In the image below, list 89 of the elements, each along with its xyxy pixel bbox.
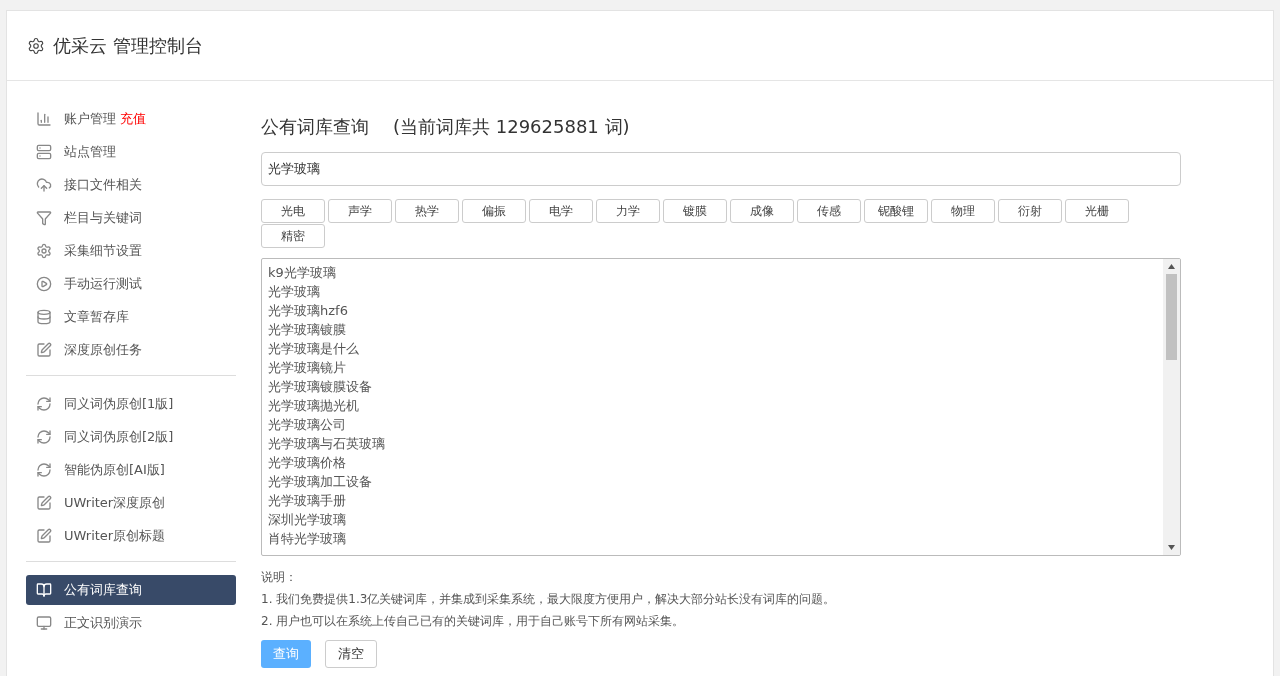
sidebar-item[interactable]: 公有词库查询: [26, 575, 236, 605]
bar-chart-icon: [36, 111, 52, 127]
tag-button[interactable]: 铌酸锂: [864, 199, 928, 223]
sidebar-item[interactable]: 手动运行测试: [26, 269, 236, 299]
result-item[interactable]: 光学玻璃镀膜: [268, 320, 1157, 339]
sidebar-item[interactable]: UWriter原创标题: [26, 521, 236, 551]
sidebar-label: 接口文件相关: [64, 176, 142, 195]
note-text: 2. 用户也可以在系统上传自己已有的关键词库，用于自己账号下所有网站采集。: [261, 613, 686, 630]
result-item[interactable]: 光学玻璃: [268, 282, 1157, 301]
tag-button[interactable]: 热学: [395, 199, 459, 223]
play-icon: [36, 276, 52, 292]
result-item[interactable]: 光学玻璃手册: [268, 491, 1157, 510]
sidebar-label: 采集细节设置: [64, 242, 142, 261]
settings-icon: [27, 36, 45, 55]
results-list[interactable]: k9光学玻璃 光学玻璃 光学玻璃hzf6 光学玻璃镀膜 光学玻璃是什么 光学玻璃镜片 光学玻璃镀膜设备 光学玻璃抛光机 光学玻璃公司 光学玻璃与石英玻璃 光学玻璃价格 光学玻璃加工设备 光学玻璃手册 深圳光学玻璃 肖特光学玻璃: [261, 258, 1181, 556]
sidebar-label: 站点管理: [64, 143, 116, 162]
result-item[interactable]: 光学玻璃hzf6: [268, 301, 1157, 320]
word-count-text: (当前词库共 129625881 词): [393, 115, 630, 139]
database-icon: [36, 309, 52, 325]
tag-button[interactable]: 传感: [797, 199, 861, 223]
result-item[interactable]: 光学玻璃镀膜设备: [268, 377, 1157, 396]
server-icon: [36, 144, 52, 160]
scroll-down-icon[interactable]: [1168, 545, 1175, 550]
sidebar-item[interactable]: 文章暂存库: [26, 302, 236, 332]
tag-button[interactable]: 光电: [261, 199, 325, 223]
recharge-link[interactable]: 充值: [120, 109, 146, 129]
scrollbar-thumb[interactable]: [1166, 274, 1177, 360]
edit-icon: [36, 528, 52, 544]
note-text: 1. 我们免费提供1.3亿关键词库，并集成到采集系统，最大限度方便用户，解决大部分站长没有词库的问题。: [261, 591, 837, 608]
sidebar-label: 公有词库查询: [64, 581, 142, 600]
sidebar-item[interactable]: 采集细节设置: [26, 236, 236, 266]
result-item[interactable]: 光学玻璃抛光机: [268, 396, 1157, 415]
tag-button[interactable]: 声学: [328, 199, 392, 223]
refresh-icon: [36, 396, 52, 412]
tag-button[interactable]: 偏振: [462, 199, 526, 223]
sidebar-item[interactable]: 账户管理 充值: [26, 104, 236, 134]
sidebar-item[interactable]: 接口文件相关: [26, 170, 236, 200]
result-item[interactable]: 肖特光学玻璃: [268, 529, 1157, 548]
result-item[interactable]: 光学玻璃价格: [268, 453, 1157, 472]
result-item[interactable]: 光学玻璃镜片: [268, 358, 1157, 377]
result-item[interactable]: k9光学玻璃: [268, 263, 1157, 282]
sidebar-label: 正文识别演示: [64, 614, 142, 633]
search-field[interactable]: 光学玻璃: [261, 152, 1181, 186]
gears-icon: [36, 243, 52, 259]
sidebar-item[interactable]: UWriter深度原创: [26, 488, 236, 518]
sidebar-item[interactable]: 栏目与关键词: [26, 203, 236, 233]
sidebar-label: 同义词伪原创[2版]: [64, 428, 174, 447]
notes-title: 说明：: [261, 569, 298, 586]
result-item[interactable]: 光学玻璃加工设备: [268, 472, 1157, 491]
tag-button[interactable]: 精密: [261, 224, 325, 248]
scrollbar[interactable]: [1163, 259, 1180, 555]
tag-button[interactable]: 物理: [931, 199, 995, 223]
sidebar-item[interactable]: 深度原创任务: [26, 335, 236, 365]
cloud-upload-icon: [36, 177, 52, 193]
sidebar-label: UWriter深度原创: [64, 494, 166, 513]
sidebar-label: UWriter原创标题: [64, 527, 166, 546]
scroll-up-icon[interactable]: [1168, 264, 1175, 269]
sidebar-item[interactable]: 站点管理: [26, 137, 236, 167]
edit-icon: [36, 342, 52, 358]
tag-button[interactable]: 光栅: [1065, 199, 1129, 223]
result-item[interactable]: 光学玻璃与石英玻璃: [268, 434, 1157, 453]
sidebar-item[interactable]: 同义词伪原创[1版]: [26, 389, 236, 419]
tag-button[interactable]: 力学: [596, 199, 660, 223]
console-title: 优采云 管理控制台: [53, 34, 203, 58]
refresh-icon: [36, 462, 52, 478]
tag-button[interactable]: 成像: [730, 199, 794, 223]
filter-icon: [36, 210, 52, 226]
sidebar-label: 智能伪原创[AI版]: [64, 461, 165, 480]
page-title: 公有词库查询: [261, 115, 369, 139]
sidebar-label: 深度原创任务: [64, 341, 142, 360]
refresh-icon: [36, 429, 52, 445]
result-item[interactable]: 光学玻璃公司: [268, 415, 1157, 434]
result-item[interactable]: 光学玻璃是什么: [268, 339, 1157, 358]
book-icon: [36, 582, 52, 598]
sidebar-item[interactable]: 智能伪原创[AI版]: [26, 455, 236, 485]
sidebar-label: 同义词伪原创[1版]: [64, 395, 174, 414]
monitor-icon: [36, 615, 52, 631]
result-item[interactable]: 深圳光学玻璃: [268, 510, 1157, 529]
sidebar-item[interactable]: 同义词伪原创[2版]: [26, 422, 236, 452]
sidebar-label: 账户管理: [64, 110, 116, 129]
tag-button[interactable]: 衍射: [998, 199, 1062, 223]
sidebar-label: 栏目与关键词: [64, 209, 142, 228]
tag-button[interactable]: 电学: [529, 199, 593, 223]
clear-button[interactable]: 清空: [325, 640, 377, 668]
edit-icon: [36, 495, 52, 511]
sidebar-label: 手动运行测试: [64, 275, 142, 294]
sidebar-item[interactable]: 正文识别演示: [26, 608, 236, 638]
sidebar-label: 文章暂存库: [64, 308, 129, 327]
tag-button[interactable]: 镀膜: [663, 199, 727, 223]
